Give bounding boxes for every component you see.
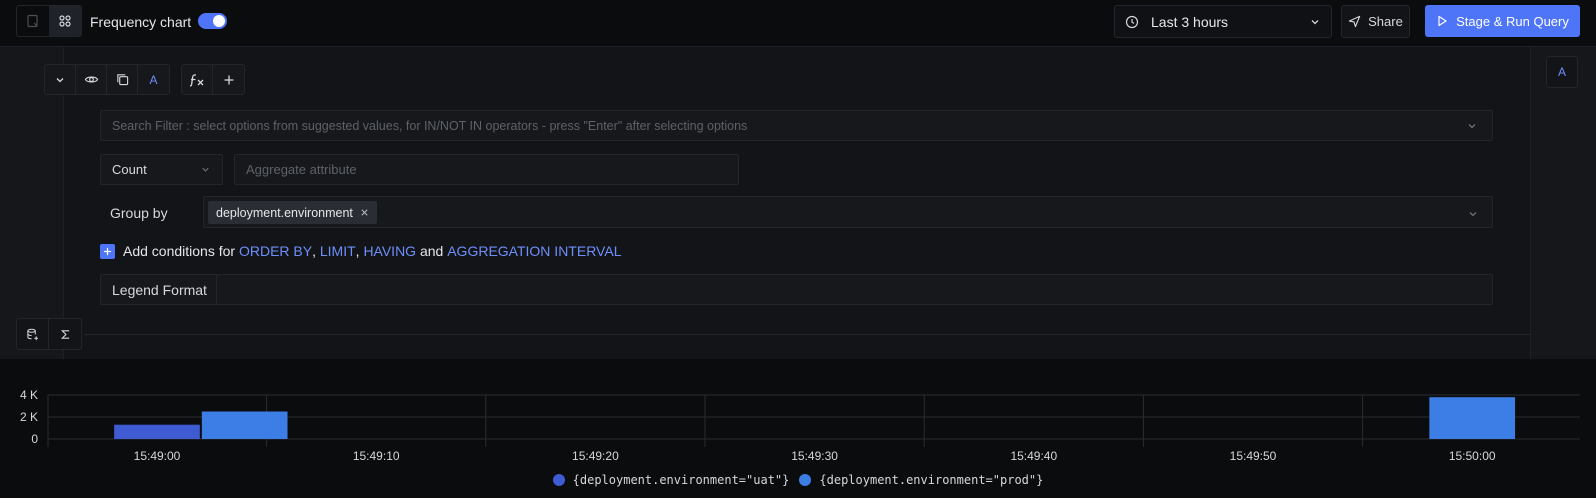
x-tick-label: 15:49:50 [1230, 449, 1277, 463]
query-builder-button[interactable] [49, 6, 81, 36]
comma-2: , [355, 243, 360, 259]
clone-query-button[interactable] [107, 65, 138, 94]
share-label: Share [1368, 14, 1403, 29]
legend-dot-prod [799, 474, 812, 486]
toggle-visibility-button[interactable] [76, 65, 107, 94]
x-tick-label: 15:49:10 [353, 449, 400, 463]
aggregate-operator-value: Count [112, 162, 147, 177]
bottom-action-group [16, 318, 82, 350]
plus-icon [224, 75, 233, 84]
search-filter-input[interactable]: Search Filter : select options from sugg… [100, 110, 1493, 141]
chevron-down-icon [1468, 123, 1476, 128]
add-query-button[interactable] [213, 65, 244, 94]
function-icon [189, 73, 204, 87]
chevron-down-icon [56, 77, 64, 82]
frequency-chart-label: Frequency chart [90, 14, 192, 30]
sigma-icon [60, 329, 69, 339]
group-by-select[interactable]: deployment.environment [203, 196, 1493, 228]
clock-icon [1125, 15, 1139, 28]
legend-label-prod: {deployment.environment="prod"} [819, 473, 1044, 487]
time-range-label: Last 3 hours [1151, 13, 1229, 30]
eye-icon [84, 76, 98, 83]
right-rail [1530, 47, 1596, 359]
chart-legend: {deployment.environment="uat"} {deployme… [0, 473, 1596, 487]
add-conditions-prefix: Add conditions for [123, 243, 236, 259]
stage-run-query-button[interactable]: Stage & Run Query [1425, 5, 1580, 37]
x-tick-label: 15:49:40 [1010, 449, 1057, 463]
query-name-badge[interactable]: A [138, 65, 169, 94]
chevron-down-icon [202, 167, 209, 172]
legend-format-field[interactable]: Legend Format [100, 274, 1493, 305]
y-tick-label: 0 [31, 432, 38, 446]
close-icon[interactable] [360, 208, 369, 217]
aggregate-attribute-placeholder: Aggregate attribute [246, 162, 357, 177]
legend-label-uat: {deployment.environment="uat"} [572, 473, 790, 487]
group-by-tag-label: deployment.environment [216, 205, 353, 220]
limit-link[interactable]: LIMIT [320, 243, 356, 259]
time-range-select[interactable]: Last 3 hours [1114, 5, 1332, 38]
having-link[interactable]: HAVING [363, 243, 416, 259]
x-tick-label: 15:49:00 [134, 449, 181, 463]
order-by-link[interactable]: ORDER BY [239, 243, 312, 259]
frequency-chart: 4 K 2 K 0 15:49:00 15:49:10 15:49:20 15:49:30 1… [0, 360, 1596, 498]
list-view-icon [27, 14, 38, 28]
list-view-button[interactable] [17, 6, 49, 36]
database-plus-icon [27, 328, 39, 340]
aggregate-operator-select[interactable]: Count [100, 154, 223, 185]
bar [1429, 397, 1516, 439]
comma-1: , [312, 243, 316, 259]
bar [114, 424, 200, 439]
send-icon [1348, 15, 1361, 28]
legend-item-prod[interactable]: {deployment.environment="prod"} [799, 473, 1043, 487]
query-a-rail-button[interactable]: A [1546, 56, 1578, 88]
frequency-chart-toggle[interactable] [198, 13, 227, 29]
plus-square-icon[interactable] [100, 243, 115, 259]
add-conditions-row[interactable]: Add conditions for ORDER BY, LIMIT, HAVI… [100, 243, 621, 259]
legend-item-uat[interactable]: {deployment.environment="uat"} [552, 473, 790, 487]
x-tick-label: 15:50:00 [1449, 449, 1496, 463]
formula-toolbar [181, 64, 245, 95]
top-toolbar: Frequency chart Last 3 hours Share Stage… [0, 0, 1596, 47]
view-toggle-group [16, 5, 82, 37]
y-tick-label: 2 K [20, 410, 38, 424]
run-label: Stage & Run Query [1456, 13, 1569, 29]
query-builder-icon [59, 15, 71, 27]
search-filter-placeholder: Search Filter : select options from sugg… [112, 118, 748, 133]
y-tick-label: 4 K [20, 388, 38, 402]
add-data-source-button[interactable] [17, 319, 49, 349]
play-icon [1438, 15, 1447, 27]
and-text: and [419, 243, 444, 259]
bar [201, 411, 288, 439]
group-by-label: Group by [110, 205, 168, 221]
aggregate-attribute-input[interactable]: Aggregate attribute [234, 154, 739, 185]
legend-format-label: Legend Format [101, 275, 217, 304]
copy-icon [116, 74, 128, 86]
x-tick-label: 15:49:20 [572, 449, 619, 463]
chart-canvas: 4 K 2 K 0 15:49:00 15:49:10 15:49:20 15:49:30 1… [20, 388, 1580, 463]
query-toolbar: A [44, 64, 170, 95]
divider [84, 334, 1530, 335]
add-formula-sigma-button[interactable] [49, 319, 81, 349]
query-builder-panel: A A Search Filter : select options from … [0, 47, 1596, 359]
chevron-down-icon [1469, 212, 1477, 217]
group-by-tag: deployment.environment [208, 201, 377, 224]
aggregation-interval-link[interactable]: AGGREGATION INTERVAL [447, 243, 621, 259]
x-tick-label: 15:49:30 [791, 449, 838, 463]
add-formula-button[interactable] [182, 65, 213, 94]
share-button[interactable]: Share [1341, 5, 1410, 38]
legend-dot-uat [552, 474, 565, 486]
collapse-query-button[interactable] [45, 65, 76, 94]
chevron-down-icon [1311, 19, 1319, 24]
